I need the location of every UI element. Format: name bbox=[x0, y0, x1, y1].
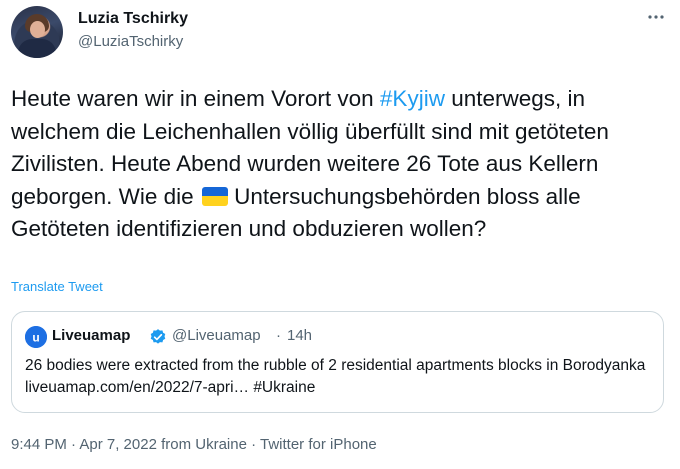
quoted-tweet[interactable]: u Liveuamap @Liveuamap · 14h 26 bodies w… bbox=[11, 311, 664, 413]
tweet-text: Heute waren wir in einem Vorort von #Kyj… bbox=[11, 83, 676, 246]
quoted-author-handle[interactable]: @Liveuamap bbox=[172, 327, 261, 344]
ukraine-flag-icon bbox=[201, 186, 228, 206]
more-options-icon[interactable] bbox=[643, 7, 669, 29]
translate-tweet-link[interactable]: Translate Tweet bbox=[11, 279, 103, 294]
svg-text:u: u bbox=[32, 331, 39, 345]
hashtag-link[interactable]: #Kyjiw bbox=[380, 86, 445, 111]
quoted-tweet-time[interactable]: 14h bbox=[287, 327, 312, 344]
separator-dot: · bbox=[276, 327, 281, 344]
tweet-metadata: 9:44 PM · Apr 7, 2022 from Ukraine · Twi… bbox=[11, 436, 377, 453]
quoted-author-name[interactable]: Liveuamap bbox=[52, 327, 130, 344]
author-name[interactable]: Luzia Tschirky bbox=[78, 10, 188, 28]
tweet-text-part: Heute waren wir in einem Vorort von bbox=[11, 86, 380, 111]
tweet-card: Luzia Tschirky @LuziaTschirky Heute ware… bbox=[0, 0, 680, 469]
author-avatar[interactable] bbox=[11, 6, 63, 58]
author-handle[interactable]: @LuziaTschirky bbox=[78, 33, 183, 50]
verified-badge-icon bbox=[149, 328, 167, 346]
quoted-author-avatar[interactable]: u bbox=[25, 326, 47, 348]
quoted-tweet-text: 26 bodies were extracted from the rubble… bbox=[25, 357, 646, 396]
